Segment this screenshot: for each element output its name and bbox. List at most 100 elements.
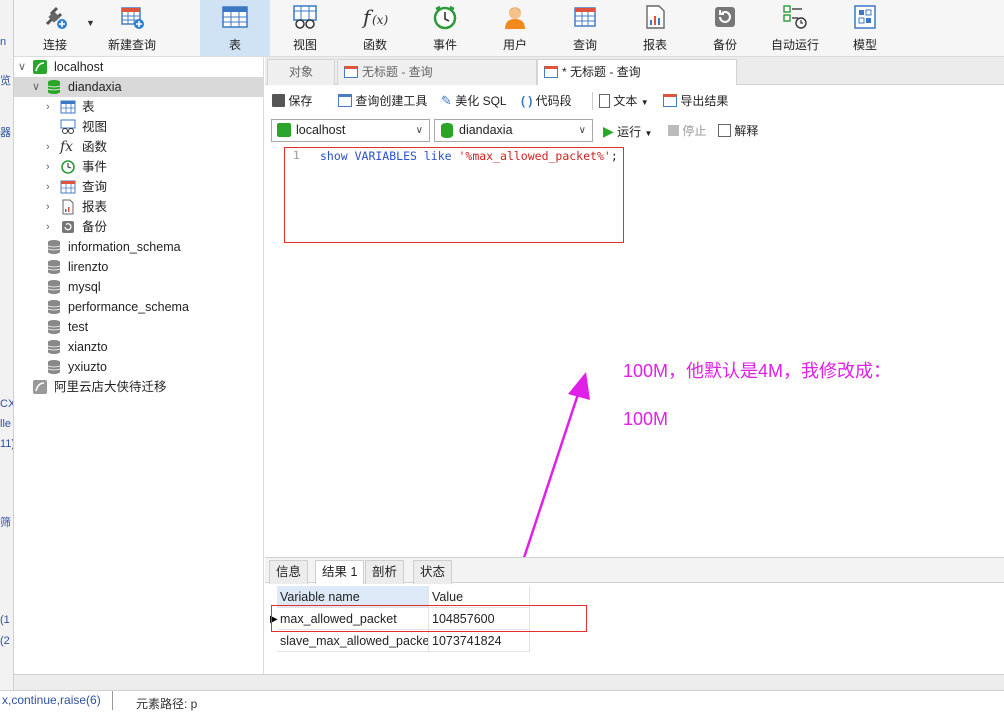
main-toolbar: 连接 ▼ 新建查询 表 视图 f (x) 函数 事件 用户 查询 报表 备份 自… <box>14 0 1004 57</box>
chevron-down-icon[interactable]: ∨ <box>18 57 30 77</box>
button-label: 模型 <box>852 38 877 52</box>
chevron-right-icon[interactable]: › <box>46 97 58 117</box>
stop-button[interactable]: 停止 <box>668 122 706 140</box>
connection-select[interactable]: localhost ∨ <box>271 119 430 142</box>
button-label: 保存 <box>288 94 313 108</box>
text-button[interactable]: 文本 ▼ <box>599 92 649 110</box>
chevron-down-icon[interactable]: ∨ <box>32 77 44 97</box>
export-icon <box>663 94 677 107</box>
view-button[interactable]: 视图 <box>270 0 340 56</box>
connect-button[interactable]: 连接 <box>28 0 82 56</box>
chevron-down-icon: ▼ <box>644 129 653 138</box>
chevron-right-icon[interactable]: › <box>46 157 58 177</box>
button-label: 导出结果 <box>680 94 729 108</box>
tree-item-views[interactable]: 视图 <box>14 117 264 137</box>
code-snippet-button[interactable]: ( ) 代码段 <box>521 92 572 110</box>
highlight-box-sql <box>284 147 624 243</box>
horizontal-scrollbar[interactable] <box>14 674 1004 690</box>
event-button[interactable]: 事件 <box>410 0 480 56</box>
tree-label: yxiuzto <box>68 360 107 374</box>
annotation-text: 100M <box>623 409 669 429</box>
tab-status[interactable]: 状态 <box>413 560 453 584</box>
chevron-down-icon: ▼ <box>640 98 649 107</box>
background-text: x,continue,raise(6) <box>2 693 101 707</box>
database-icon <box>47 80 61 94</box>
user-button[interactable]: 用户 <box>480 0 550 56</box>
report-icon <box>62 199 74 215</box>
tab-query-1[interactable]: 无标题 - 查询 <box>337 59 537 85</box>
backup-button[interactable]: 备份 <box>690 0 760 56</box>
new-query-icon <box>121 7 144 29</box>
tree-item-backups[interactable]: › 备份 <box>14 217 264 237</box>
query-builder-button[interactable]: 查询创建工具 <box>338 92 427 110</box>
select-value: localhost <box>296 123 346 137</box>
table-cell[interactable]: 1073741824 <box>429 630 530 652</box>
export-results-button[interactable]: 导出结果 <box>663 92 728 110</box>
button-label: 代码段 <box>535 94 572 108</box>
database-select[interactable]: diandaxia ∨ <box>434 119 593 142</box>
tree-database-mysql[interactable]: mysql <box>14 277 264 297</box>
model-button[interactable]: 模型 <box>830 0 900 56</box>
function-button[interactable]: f (x) 函数 <box>340 0 410 56</box>
svg-text:(x): (x) <box>372 13 388 27</box>
button-label: 文本 <box>613 94 638 108</box>
database-icon <box>47 300 61 314</box>
view-icon <box>293 5 317 29</box>
table-cell[interactable]: slave_max_allowed_packe <box>277 630 429 652</box>
tree-database-lirenzto[interactable]: lirenzto <box>14 257 264 277</box>
highlight-box-result <box>271 605 587 632</box>
tree-label: performance_schema <box>68 300 189 314</box>
chevron-down-icon[interactable]: ▼ <box>86 18 95 28</box>
tab-result-1[interactable]: 结果 1 <box>315 560 365 584</box>
database-icon <box>47 240 61 254</box>
beautify-sql-button[interactable]: ✎ 美化 SQL <box>441 92 507 110</box>
tree-item-events[interactable]: › 事件 <box>14 157 264 177</box>
table-button[interactable]: 表 <box>200 0 270 56</box>
tree-item-queries[interactable]: › 查询 <box>14 177 264 197</box>
tree-database-yxiuzto[interactable]: yxiuzto <box>14 357 264 377</box>
tree-label: 备份 <box>82 220 108 234</box>
backup-icon <box>62 221 74 233</box>
explain-icon <box>718 124 731 137</box>
tree-connection-localhost[interactable]: ∨ localhost <box>14 57 264 77</box>
tab-query-2[interactable]: * 无标题 - 查询 <box>537 59 737 85</box>
explain-button[interactable]: 解释 <box>718 122 758 140</box>
run-button[interactable]: ▶ 运行 ▼ <box>603 122 652 140</box>
document-icon <box>599 94 610 108</box>
tree-database-xianzto[interactable]: xianzto <box>14 337 264 357</box>
tree-connection-aliyun[interactable]: 阿里云店大侠待迁移 <box>14 377 264 397</box>
new-query-button[interactable]: 新建查询 <box>102 0 162 56</box>
auto-run-button[interactable]: 自动运行 <box>760 0 830 56</box>
tab-profile[interactable]: 剖析 <box>365 560 405 584</box>
clock-icon <box>61 160 75 174</box>
tree-database-test[interactable]: test <box>14 317 264 337</box>
chevron-right-icon[interactable]: › <box>46 177 58 197</box>
chevron-right-icon[interactable]: › <box>46 197 58 217</box>
chevron-right-icon[interactable]: › <box>46 217 58 237</box>
tab-label: * 无标题 - 查询 <box>562 65 641 79</box>
cell-value: 1073741824 <box>432 634 502 648</box>
annotation-arrow <box>514 372 590 583</box>
background-window-bottom: x,continue,raise(6) 元素路径: p <box>0 690 1004 711</box>
report-button[interactable]: 报表 <box>620 0 690 56</box>
tree-item-tables[interactable]: › 表 <box>14 97 264 117</box>
button-label: 运行 <box>617 125 642 139</box>
background-window-strip: n 览 器 CX lle 11) 筛 (1 (2 <box>0 0 14 709</box>
chevron-right-icon[interactable]: › <box>46 137 58 157</box>
tab-objects[interactable]: 对象 <box>267 59 335 85</box>
tree-item-functions[interactable]: › fx 函数 <box>14 137 264 157</box>
tab-info[interactable]: 信息 <box>269 560 309 584</box>
tree-database-performance-schema[interactable]: performance_schema <box>14 297 264 317</box>
function-icon: f (x) <box>361 5 388 29</box>
divider <box>592 92 593 110</box>
tree-database-information-schema[interactable]: information_schema <box>14 237 264 257</box>
tree-item-reports[interactable]: › 报表 <box>14 197 264 217</box>
tree-database-diandaxia[interactable]: ∨ diandaxia <box>14 77 264 97</box>
button-label: 停止 <box>682 124 707 138</box>
query-button[interactable]: 查询 <box>550 0 620 56</box>
tree-label: test <box>68 320 89 334</box>
button-label: 视图 <box>292 38 317 52</box>
save-button[interactable]: 保存 <box>272 92 312 110</box>
tab-label: 结果 1 <box>322 565 358 579</box>
chevron-down-icon: ∨ <box>415 125 423 136</box>
